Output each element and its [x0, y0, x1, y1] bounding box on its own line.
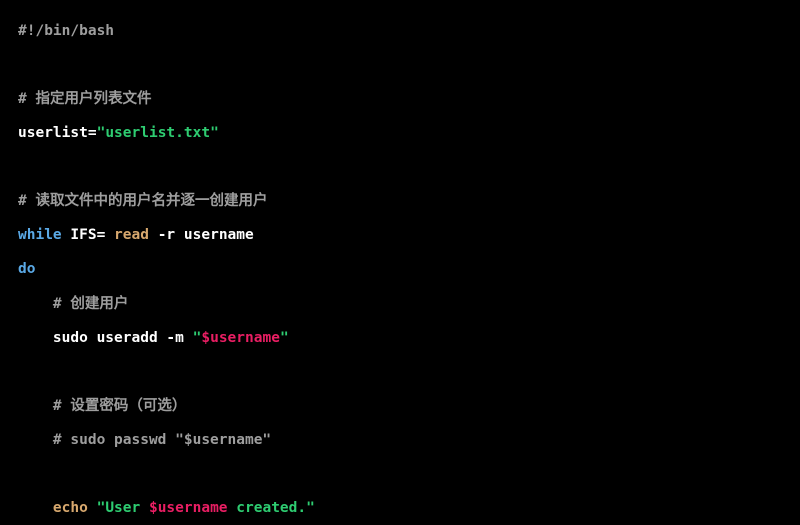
quote: " [280, 330, 289, 346]
sudo-cmd: sudo [53, 330, 88, 346]
assign-lhs: userlist= [18, 125, 97, 141]
comment-passwd-line: # sudo passwd "$username" [53, 432, 271, 448]
echo-builtin: echo [53, 500, 88, 516]
keyword-while: while [18, 227, 62, 243]
indent [18, 398, 53, 414]
indent [18, 432, 53, 448]
quote: " [210, 125, 219, 141]
quote: " [97, 500, 106, 516]
echo-text-post: created. [228, 500, 307, 516]
useradd-cmd: useradd [97, 330, 158, 346]
useradd-flag: -m [166, 330, 183, 346]
indent [18, 330, 53, 346]
shebang-line: #!/bin/bash [18, 23, 114, 39]
comment-read-loop: # 读取文件中的用户名并逐一创建用户 [18, 193, 267, 209]
var-username: $username [201, 330, 280, 346]
ifs-assign: IFS= [70, 227, 105, 243]
code-block: #!/bin/bash # 指定用户列表文件 userlist="userlis… [0, 0, 800, 525]
read-arg: username [184, 227, 254, 243]
read-builtin: read [114, 227, 149, 243]
string-userlist-path: userlist.txt [105, 125, 210, 141]
read-flag: -r [158, 227, 175, 243]
echo-text-pre: User [105, 500, 149, 516]
quote: " [306, 500, 315, 516]
quote: " [97, 125, 106, 141]
indent [18, 500, 53, 516]
keyword-do: do [18, 261, 35, 277]
indent [18, 296, 53, 312]
var-username: $username [149, 500, 228, 516]
comment-set-password: # 设置密码（可选） [53, 398, 186, 414]
comment-create-user: # 创建用户 [53, 296, 128, 312]
comment-userlist-file: # 指定用户列表文件 [18, 91, 151, 107]
